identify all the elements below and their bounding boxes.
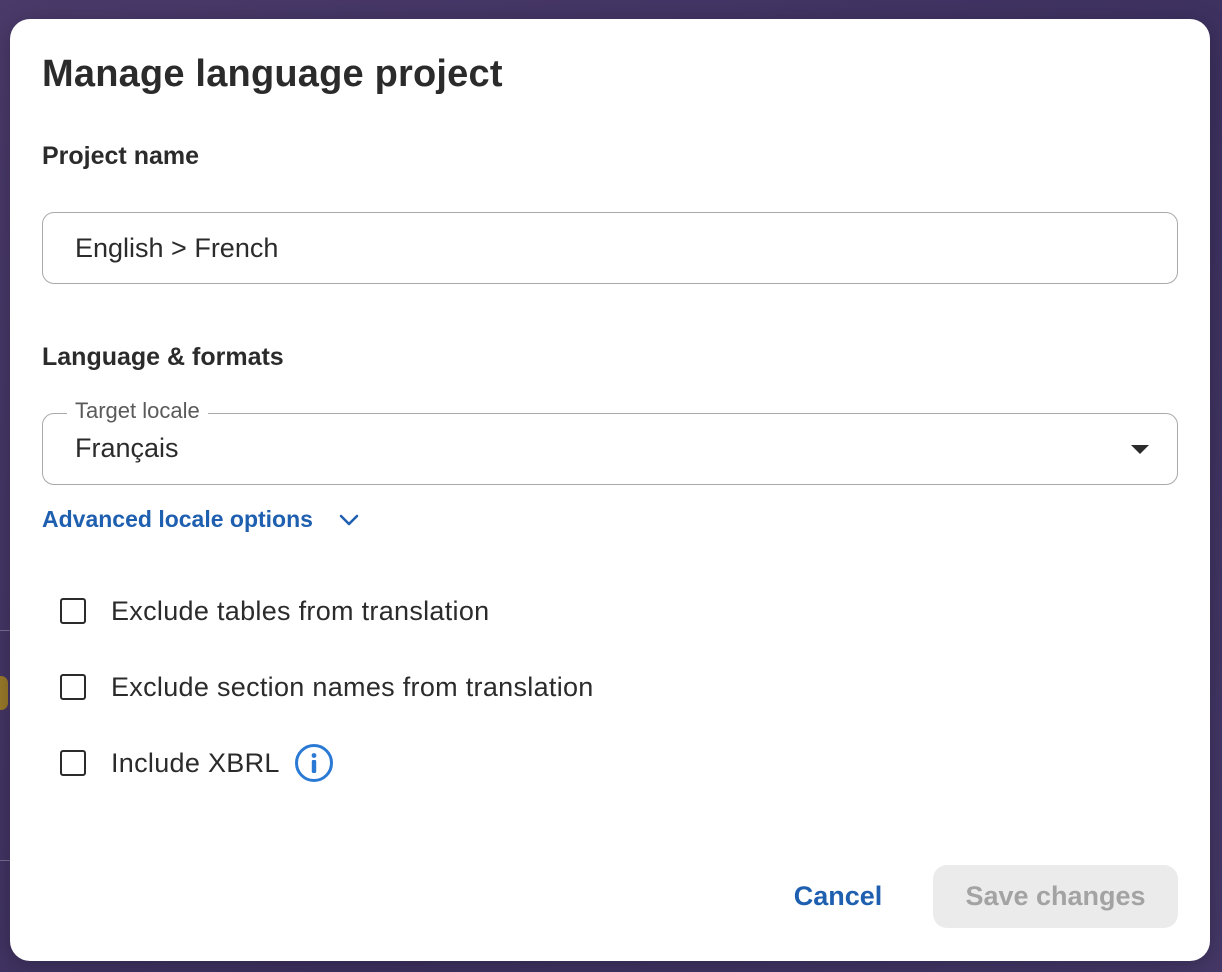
- include-xbrl-checkbox[interactable]: [60, 750, 86, 776]
- dropdown-caret-icon: [1131, 445, 1149, 454]
- manage-language-project-dialog: Manage language project Project name Lan…: [10, 19, 1210, 961]
- chevron-down-icon: [339, 514, 359, 525]
- target-locale-legend: Target locale: [67, 398, 208, 424]
- exclude-section-names-checkbox[interactable]: [60, 674, 86, 700]
- exclude-tables-label: Exclude tables from translation: [111, 595, 490, 626]
- advanced-locale-options-toggle[interactable]: Advanced locale options: [42, 506, 359, 533]
- language-formats-label: Language & formats: [42, 343, 284, 371]
- backdrop-element: [0, 676, 8, 710]
- info-icon[interactable]: [294, 743, 334, 783]
- option-row-include-xbrl: Include XBRL: [60, 743, 334, 783]
- include-xbrl-label: Include XBRL: [111, 747, 280, 778]
- advanced-locale-options-label: Advanced locale options: [42, 506, 313, 532]
- target-locale-select[interactable]: Target locale Français: [42, 398, 1178, 485]
- save-changes-button[interactable]: Save changes: [933, 865, 1178, 928]
- cancel-button[interactable]: Cancel: [768, 864, 908, 928]
- project-name-label: Project name: [42, 142, 200, 170]
- option-row-exclude-section-names: Exclude section names from translation: [60, 667, 594, 707]
- project-name-field: [42, 212, 1178, 284]
- exclude-tables-checkbox[interactable]: [60, 598, 86, 624]
- option-row-exclude-tables: Exclude tables from translation: [60, 591, 489, 631]
- target-locale-value: Français: [75, 433, 179, 463]
- project-name-input[interactable]: [43, 213, 1177, 283]
- dialog-title: Manage language project: [42, 53, 503, 95]
- exclude-section-names-label: Exclude section names from translation: [111, 671, 594, 702]
